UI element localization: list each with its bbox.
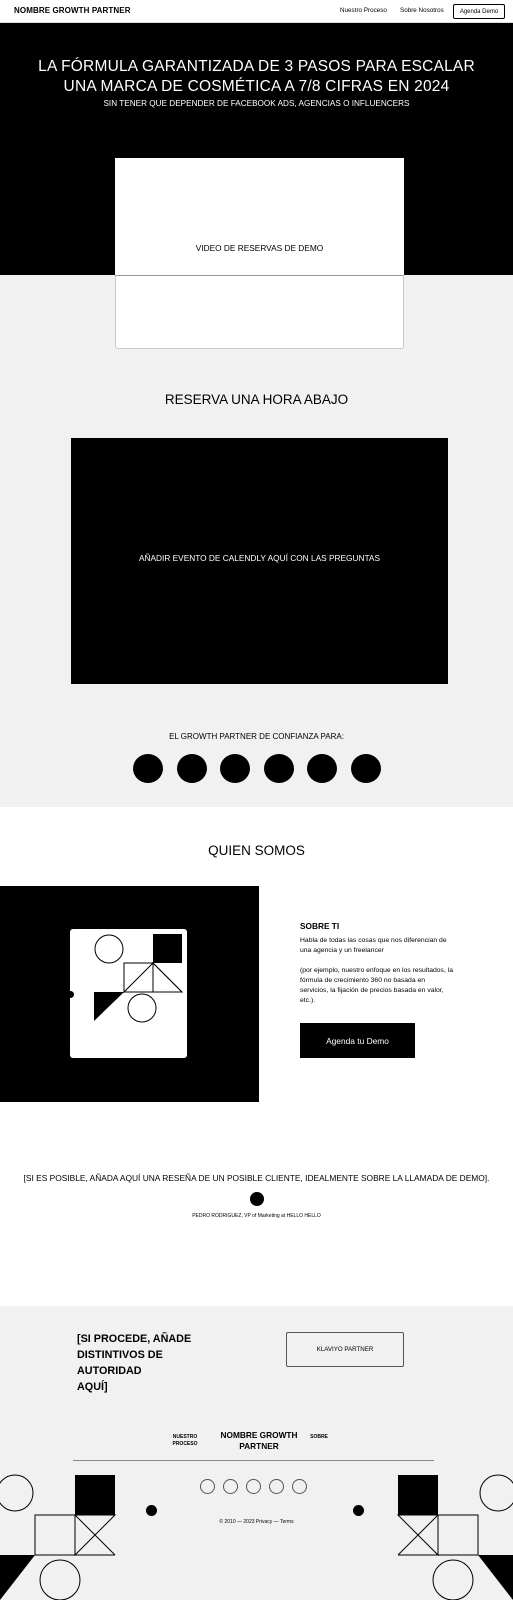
- footer-brand-line-2: PARTNER: [239, 1441, 279, 1451]
- about-paragraph-2: (por ejemplo, nuestro enfoque en los res…: [300, 967, 454, 1004]
- book-demo-button[interactable]: Agenda tu Demo: [300, 1023, 415, 1058]
- social-icon[interactable]: [292, 1479, 307, 1494]
- client-logo: [220, 754, 250, 783]
- footer-shapes-left: [0, 1474, 117, 1600]
- shapes-illustration: [70, 929, 187, 1058]
- authority-line: DISTINTIVOS DE: [77, 1349, 163, 1361]
- client-logo: [177, 754, 207, 783]
- client-logo: [351, 754, 381, 783]
- decorative-dot: [353, 1505, 364, 1516]
- social-icon[interactable]: [223, 1479, 238, 1494]
- authority-line: AUTORIDAD: [77, 1365, 142, 1377]
- decorative-dot: [146, 1505, 157, 1516]
- header-demo-button[interactable]: Agenda Demo: [453, 4, 505, 19]
- site-header: NOMBRE GROWTH PARTNER Nuestro Proceso So…: [0, 0, 513, 23]
- about-paragraph-1: Habla de todas las cosas que nos diferen…: [300, 937, 447, 954]
- client-logo: [133, 754, 163, 783]
- video-player[interactable]: [115, 158, 404, 275]
- hero-title-line-2: UNA MARCA DE COSMÉTICA A 7/8 CIFRAS EN 2…: [63, 78, 450, 95]
- video-player-lower[interactable]: [115, 275, 404, 349]
- nav-link-about[interactable]: Sobre Nosotros: [400, 7, 444, 14]
- who-title: QUIEN SOMOS: [208, 843, 305, 858]
- about-title: SOBRE TI: [300, 921, 340, 931]
- footer-nav-process[interactable]: NUESTRO PROCESO: [171, 1434, 199, 1448]
- slider-dot: [67, 991, 74, 998]
- reserve-title: RESERVA UNA HORA ABAJO: [164, 392, 349, 407]
- review-text: [SI ES POSIBLE, AÑADA AQUÍ UNA RESEÑA DE…: [23, 1173, 490, 1183]
- reviewer-avatar: [250, 1192, 264, 1206]
- trust-title: EL GROWTH PARTNER DE CONFIANZA PARA:: [169, 732, 344, 741]
- social-icon[interactable]: [269, 1479, 284, 1494]
- social-icon[interactable]: [246, 1479, 261, 1494]
- footer-brand[interactable]: NOMBRE GROWTH PARTNER: [215, 1430, 303, 1452]
- klaviyo-partner-badge: KLAVIYO PARTNER: [286, 1332, 404, 1367]
- footer-nav-about[interactable]: SOBRE: [308, 1434, 330, 1441]
- footer-nav-process-line-1: NUESTRO: [172, 1434, 198, 1440]
- authority-text: [SI PROCEDE, AÑADE DISTINTIVOS DE AUTORI…: [77, 1331, 217, 1395]
- footer-divider: [73, 1460, 434, 1461]
- shapes-icon: [94, 934, 184, 1023]
- authority-line: AQUÍ]: [77, 1381, 108, 1393]
- authority-line: [SI PROCEDE, AÑADE: [77, 1333, 192, 1345]
- video-label: VIDEO DE RESERVAS DE DEMO: [195, 243, 324, 253]
- hero-subtitle: SIN TENER QUE DEPENDER DE FACEBOOK ADS, …: [103, 99, 410, 108]
- hero-title: LA FÓRMULA GARANTIZADA DE 3 PASOS PARA E…: [10, 57, 503, 97]
- client-logo: [307, 754, 337, 783]
- review-author: PEDRO RODRIGUEZ, VP of Marketing at HELL…: [192, 1213, 321, 1219]
- brand-logo[interactable]: NOMBRE GROWTH PARTNER: [14, 6, 131, 15]
- calendly-label: AÑADIR EVENTO DE CALENDLY AQUÍ CON LAS P…: [139, 553, 380, 563]
- footer-nav-process-line-2: PROCESO: [172, 1441, 198, 1447]
- hero-title-line-1: LA FÓRMULA GARANTIZADA DE 3 PASOS PARA E…: [38, 58, 475, 75]
- footer-shapes-right: [396, 1474, 513, 1600]
- footer-brand-line-1: NOMBRE GROWTH: [220, 1430, 298, 1440]
- nav-link-process[interactable]: Nuestro Proceso: [340, 7, 387, 14]
- client-logo: [264, 754, 294, 783]
- social-icon[interactable]: [200, 1479, 215, 1494]
